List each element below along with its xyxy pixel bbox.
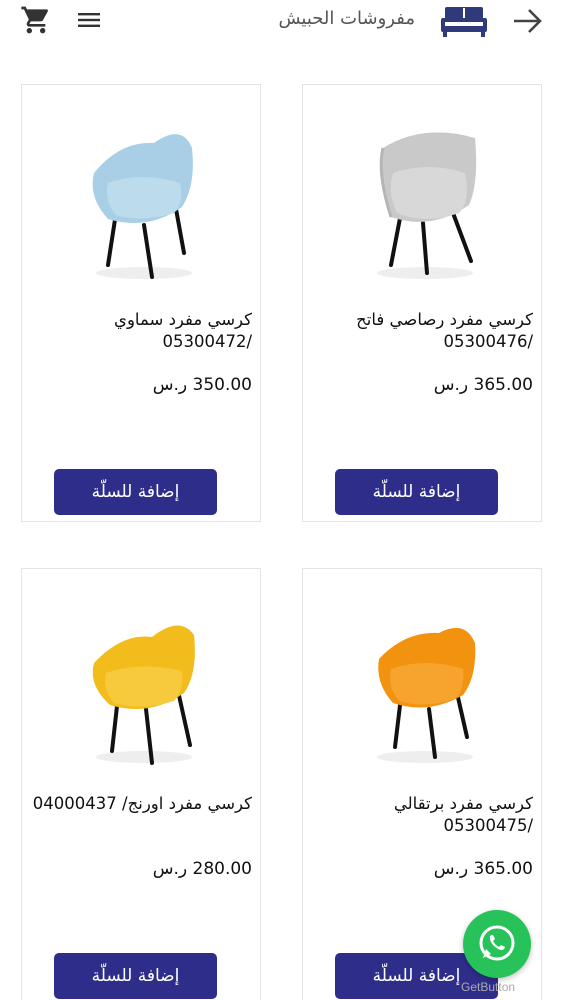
getbutton-label[interactable]: GetButton: [461, 980, 515, 994]
store-title: مفروشات الحبيش: [278, 8, 415, 29]
product-image[interactable]: [72, 597, 212, 767]
menu-icon[interactable]: [74, 6, 104, 34]
add-to-cart-button[interactable]: إضافة للسلّة: [54, 953, 217, 999]
back-arrow-icon[interactable]: [510, 6, 544, 36]
product-name[interactable]: كرسي مفرد سماوي /05300472: [30, 309, 252, 353]
product-image[interactable]: [72, 113, 212, 283]
product-card[interactable]: كرسي مفرد اورنج/ 04000437 280.00 ر.س إضا…: [21, 568, 261, 1000]
top-bar: مفروشات الحبيش: [0, 0, 563, 44]
add-to-cart-button[interactable]: إضافة للسلّة: [335, 469, 498, 515]
product-price: 365.00 ر.س: [433, 375, 533, 395]
product-name[interactable]: كرسي مفرد برتقالي /05300475: [311, 793, 533, 837]
product-card[interactable]: كرسي مفرد رصاصي فاتح /05300476 365.00 ر.…: [302, 84, 542, 522]
cart-icon[interactable]: [20, 4, 52, 36]
sofa-logo-icon: [440, 4, 488, 38]
product-price: 365.00 ر.س: [433, 859, 533, 879]
product-name[interactable]: كرسي مفرد رصاصي فاتح /05300476: [311, 309, 533, 353]
whatsapp-icon: [479, 925, 515, 961]
product-image[interactable]: [353, 113, 493, 283]
product-card[interactable]: كرسي مفرد سماوي /05300472 350.00 ر.س إضا…: [21, 84, 261, 522]
product-name[interactable]: كرسي مفرد اورنج/ 04000437: [30, 793, 252, 815]
whatsapp-button[interactable]: [463, 910, 531, 978]
product-price: 280.00 ر.س: [152, 859, 252, 879]
product-price: 350.00 ر.س: [152, 375, 252, 395]
add-to-cart-button[interactable]: إضافة للسلّة: [54, 469, 217, 515]
product-image[interactable]: [353, 597, 493, 767]
